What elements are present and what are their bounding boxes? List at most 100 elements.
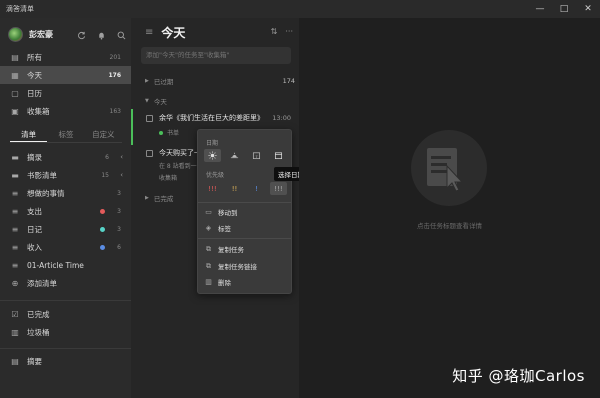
- sidebar-item-income[interactable]: ≡ 收入 6: [0, 238, 131, 256]
- color-dot: [100, 226, 105, 232]
- menu-item-delete[interactable]: ▥ 删除: [204, 277, 231, 287]
- sidebar-item-excerpts[interactable]: ▬ 摘录 6 ‹: [0, 148, 131, 166]
- app-title: 滴答清单: [6, 5, 34, 13]
- today-sun-icon[interactable]: [204, 149, 221, 162]
- menu-divider: [198, 202, 291, 203]
- date-label: 日期: [206, 140, 219, 147]
- add-list-button[interactable]: ⊕ 添加清单: [0, 274, 131, 292]
- maximize-button[interactable]: □: [552, 0, 576, 18]
- menu-item-copy-link[interactable]: ⧉ 复制任务链接: [204, 261, 257, 272]
- list-actions: ⇅ ···: [271, 27, 293, 36]
- date-options: 7: [204, 149, 287, 162]
- priority-label: 优先级: [206, 172, 225, 179]
- list-icon: ≡: [11, 224, 19, 234]
- inbox-icon: ▣: [11, 106, 19, 116]
- link-icon: ⧉: [206, 261, 211, 270]
- folder-icon: ▬: [11, 170, 19, 180]
- color-dot: [100, 208, 105, 214]
- sidebar-item-summary[interactable]: ▤ 摘要: [0, 352, 131, 370]
- menu-item-tags[interactable]: ◈ 标签: [204, 223, 231, 233]
- trash-icon: ▥: [205, 278, 212, 286]
- tab-tags[interactable]: 标签: [47, 128, 84, 142]
- avatar[interactable]: [8, 27, 23, 42]
- task-context-menu: 日期 7 优先级 !!! !! ! !!! ▭ 移动到 ◈ 标签 ⧉ 复制任务 …: [197, 129, 292, 294]
- list-icon: ≡: [11, 206, 19, 216]
- next-week-icon[interactable]: 7: [248, 149, 265, 162]
- empty-state-illustration: [411, 130, 487, 206]
- bell-icon[interactable]: [95, 29, 107, 41]
- tomorrow-sunrise-icon[interactable]: [226, 149, 243, 162]
- sort-icon[interactable]: ⇅: [271, 27, 278, 36]
- more-icon[interactable]: ···: [285, 27, 293, 36]
- folder-icon: ▬: [11, 152, 19, 162]
- summary-icon: ▤: [11, 356, 19, 366]
- divider: [0, 300, 131, 301]
- caret-right-icon: ▶: [145, 78, 149, 84]
- sidebar-item-calendar[interactable]: ▢ 日历: [0, 84, 131, 102]
- title-bar: 滴答清单 — □ ✕: [0, 0, 600, 18]
- sync-icon[interactable]: [75, 29, 87, 41]
- smart-lists: ▤ 所有 201 ▦ 今天 176 ▢ 日历 ▣ 收集箱 163: [0, 48, 131, 120]
- caret-right-icon: ▶: [145, 195, 149, 201]
- bottom-items: ☑ 已完成 ▥ 垃圾桶: [0, 305, 131, 341]
- divider: [0, 348, 131, 349]
- close-button[interactable]: ✕: [576, 0, 600, 18]
- sidebar-item-article-time[interactable]: ≡ 01-Article Time: [0, 256, 131, 274]
- svg-text:7: 7: [255, 155, 257, 159]
- pick-date-icon[interactable]: [270, 149, 287, 162]
- check-box-icon: ☑: [11, 309, 19, 319]
- sidebar-item-completed[interactable]: ☑ 已完成: [0, 305, 131, 323]
- sidebar-item-diary[interactable]: ≡ 日记 3: [0, 220, 131, 238]
- user-lists: ▬ 摘录 6 ‹ ▬ 书影清单 15 ‹ ≡ 想做的事情 3 ≡ 支出 3 ≡ …: [0, 148, 131, 292]
- list-icon: ≡: [11, 188, 19, 198]
- document-cursor-icon: [427, 148, 464, 192]
- priority-low[interactable]: !: [248, 182, 265, 195]
- sidebar-item-expense[interactable]: ≡ 支出 3: [0, 202, 131, 220]
- list-icon: ≡: [11, 242, 19, 252]
- add-task-input[interactable]: [141, 47, 291, 64]
- priority-medium[interactable]: !!: [226, 182, 243, 195]
- sidebar-item-all[interactable]: ▤ 所有 201: [0, 48, 131, 66]
- color-dot: [100, 244, 105, 250]
- tab-custom[interactable]: 自定义: [85, 128, 122, 142]
- menu-item-move[interactable]: ▭ 移动到: [204, 207, 237, 217]
- sidebar-item-trash[interactable]: ▥ 垃圾桶: [0, 323, 131, 341]
- calendar-icon: ▢: [11, 88, 19, 98]
- summary-section: ▤ 摘要: [0, 352, 131, 370]
- trash-icon: ▥: [11, 327, 19, 337]
- tab-lists[interactable]: 清单: [10, 128, 48, 142]
- search-icon[interactable]: [115, 29, 127, 41]
- priority-none[interactable]: !!!: [270, 182, 287, 195]
- add-circle-icon: ⊕: [11, 278, 19, 288]
- username: 彭宏豪: [29, 30, 53, 39]
- page-title: 今天: [161, 25, 186, 40]
- chevron-left-icon[interactable]: ‹: [120, 153, 123, 161]
- profile[interactable]: 彭宏豪: [8, 27, 53, 42]
- detail-hint: 点击任务标题查看详情: [417, 222, 482, 230]
- priority-options: !!! !! ! !!!: [204, 182, 287, 195]
- inbox-stack-icon: ▤: [11, 52, 19, 62]
- task-tag: 书单: [159, 128, 179, 137]
- task-checkbox[interactable]: [146, 115, 153, 122]
- sidebar: 彭宏豪 ▤ 所有 201 ▦ 今天 176 ▢ 日历 ▣ 收集箱 163 清单 …: [0, 18, 131, 398]
- menu-divider: [198, 238, 291, 239]
- menu-item-duplicate[interactable]: ⧉ 复制任务: [204, 244, 244, 255]
- section-today[interactable]: ▼ 今天: [145, 96, 295, 106]
- detail-pane: 点击任务标题查看详情: [299, 18, 600, 398]
- priority-high[interactable]: !!!: [204, 182, 221, 195]
- sidebar-item-wishlist[interactable]: ≡ 想做的事情 3: [0, 184, 131, 202]
- task-checkbox[interactable]: [146, 150, 153, 157]
- tag-icon: ◈: [205, 224, 212, 232]
- minimize-button[interactable]: —: [528, 0, 552, 18]
- copy-icon: ⧉: [206, 244, 211, 253]
- section-overdue[interactable]: ▶ 已过期 174: [145, 76, 295, 86]
- move-icon: ▭: [205, 208, 212, 216]
- sidebar-item-today[interactable]: ▦ 今天 176: [0, 66, 131, 84]
- menu-icon[interactable]: ≡: [145, 27, 153, 38]
- sidebar-item-inbox[interactable]: ▣ 收集箱 163: [0, 102, 131, 120]
- chevron-left-icon[interactable]: ‹: [120, 171, 123, 179]
- sidebar-tabs: 清单 标签 自定义: [10, 128, 122, 143]
- watermark: 知乎 @珞珈Carlos: [452, 367, 585, 385]
- sidebar-item-books[interactable]: ▬ 书影清单 15 ‹: [0, 166, 131, 184]
- list-icon: ≡: [11, 260, 19, 270]
